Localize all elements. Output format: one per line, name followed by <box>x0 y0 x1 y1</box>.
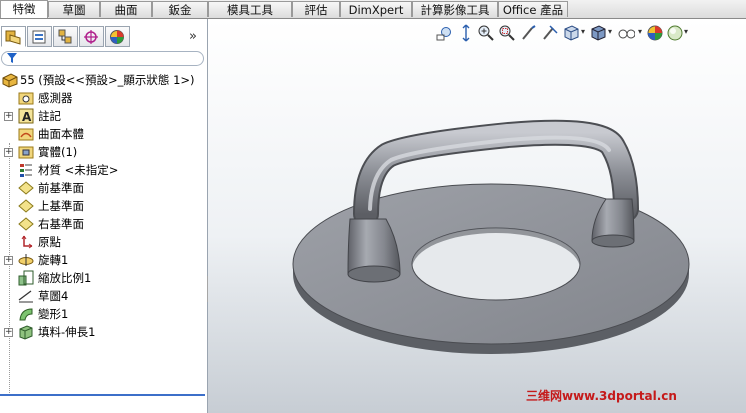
plane-icon <box>18 199 34 213</box>
feature-manager-panel: » 55 (預設<<預設>_顯示狀態 1>) 感測器 + A 註記 曲面本體 +… <box>0 19 208 413</box>
tab-evaluate[interactable]: 評估 <box>292 1 340 17</box>
tree-item-label: 右基準面 <box>38 217 84 231</box>
tree-item-boss-extrude1[interactable]: + 填料-伸長1 <box>0 323 207 341</box>
tree-item-top-plane[interactable]: 上基準面 <box>0 197 207 215</box>
svg-text:A: A <box>22 110 32 124</box>
plane-icon <box>18 217 34 231</box>
extrude-icon <box>19 325 33 340</box>
rollback-bar[interactable] <box>0 394 205 396</box>
tab-mold-tools[interactable]: 模具工具 <box>208 1 292 17</box>
feature-tree-icon <box>5 30 21 45</box>
expand-toggle[interactable]: + <box>4 328 13 337</box>
tab-features[interactable]: 特徵 <box>0 0 48 18</box>
configuration-manager-tab[interactable] <box>53 26 78 47</box>
tree-item-label: 材質 <未指定> <box>38 163 119 177</box>
tab-sketch[interactable]: 草圖 <box>48 1 100 17</box>
tab-sheet-metal[interactable]: 鈑金 <box>152 1 208 17</box>
dimxpert-manager-tab[interactable] <box>79 26 104 47</box>
filter-icon <box>7 53 17 63</box>
scale-icon <box>18 270 34 286</box>
tree-item-sensors[interactable]: 感測器 <box>0 89 207 107</box>
manager-tabs: » <box>0 26 207 48</box>
flex-icon <box>19 308 33 321</box>
tree-item-solid-bodies[interactable]: + 實體(1) <box>0 143 207 161</box>
part-model[interactable] <box>208 19 746 413</box>
surface-bodies-folder-icon <box>18 128 34 141</box>
material-icon <box>20 164 32 177</box>
tree-item-right-plane[interactable]: 右基準面 <box>0 215 207 233</box>
tab-photoview[interactable]: 計算影像工具 <box>412 1 498 17</box>
graphics-area[interactable]: ▾ ▾ ▾ ▾ 三维网www.3dportal.cn <box>208 19 746 413</box>
tree-item-label: 曲面本體 <box>38 127 84 141</box>
display-manager-tab[interactable] <box>105 26 130 47</box>
origin-icon <box>21 235 33 249</box>
sketch-icon <box>18 290 33 303</box>
configuration-manager-icon <box>58 29 72 44</box>
solid-bodies-folder-icon <box>18 146 34 159</box>
tree-item-label: 縮放比例1 <box>38 271 92 285</box>
tree-item-sketch4[interactable]: 草圖4 <box>0 287 207 305</box>
tab-dimxpert[interactable]: DimXpert <box>340 1 412 17</box>
tree-item-label: 原點 <box>38 235 61 249</box>
tree-item-label: 感測器 <box>38 91 73 105</box>
tab-surfaces[interactable]: 曲面 <box>100 1 152 17</box>
tree-item-annotations[interactable]: + A 註記 <box>0 107 207 125</box>
expand-toggle[interactable]: + <box>4 148 13 157</box>
tree-item-label: 草圖4 <box>38 289 69 303</box>
property-manager-icon <box>32 30 46 44</box>
tree-root[interactable]: 55 (預設<<預設>_顯示狀態 1>) <box>0 71 207 89</box>
tree-filter[interactable] <box>1 51 204 66</box>
display-manager-icon <box>110 30 124 44</box>
tree-item-label: 前基準面 <box>38 181 84 195</box>
tree-item-label: 填料-伸長1 <box>38 325 96 339</box>
command-manager-tabs: 特徵 草圖 曲面 鈑金 模具工具 評估 DimXpert 計算影像工具 Offi… <box>0 0 746 19</box>
tree-item-flex1[interactable]: 變形1 <box>0 305 207 323</box>
tree-item-material[interactable]: 材質 <未指定> <box>0 161 207 179</box>
expand-panel-chevron[interactable]: » <box>189 29 197 44</box>
part-name: 55 (預設<<預設>_顯示狀態 1>) <box>20 73 195 87</box>
revolve-icon <box>18 254 34 266</box>
tree-item-scale1[interactable]: 縮放比例1 <box>0 269 207 287</box>
property-manager-tab[interactable] <box>27 26 52 47</box>
expand-toggle[interactable]: + <box>4 256 13 265</box>
tree-item-revolve1[interactable]: + 旋轉1 <box>0 251 207 269</box>
tree-item-label: 旋轉1 <box>38 253 69 267</box>
feature-tree: 55 (預設<<預設>_顯示狀態 1>) 感測器 + A 註記 曲面本體 + 實… <box>0 71 207 396</box>
tree-item-surface-bodies[interactable]: 曲面本體 <box>0 125 207 143</box>
expand-toggle[interactable]: + <box>4 112 13 121</box>
feature-manager-tab[interactable] <box>1 26 26 47</box>
tree-item-label: 註記 <box>38 109 61 123</box>
dimxpert-icon <box>84 30 98 44</box>
tree-item-label: 變形1 <box>38 307 69 321</box>
tree-item-label: 實體(1) <box>38 145 78 159</box>
tree-item-front-plane[interactable]: 前基準面 <box>0 179 207 197</box>
tab-office-products[interactable]: Office 產品 <box>498 1 568 17</box>
plane-icon <box>18 181 34 195</box>
watermark: 三维网www.3dportal.cn <box>526 389 677 403</box>
tree-item-label: 上基準面 <box>38 199 84 213</box>
part-icon <box>2 73 18 88</box>
annotation-icon: A <box>18 108 34 124</box>
tree-item-origin[interactable]: 原點 <box>0 233 207 251</box>
sensor-folder-icon <box>18 92 34 105</box>
